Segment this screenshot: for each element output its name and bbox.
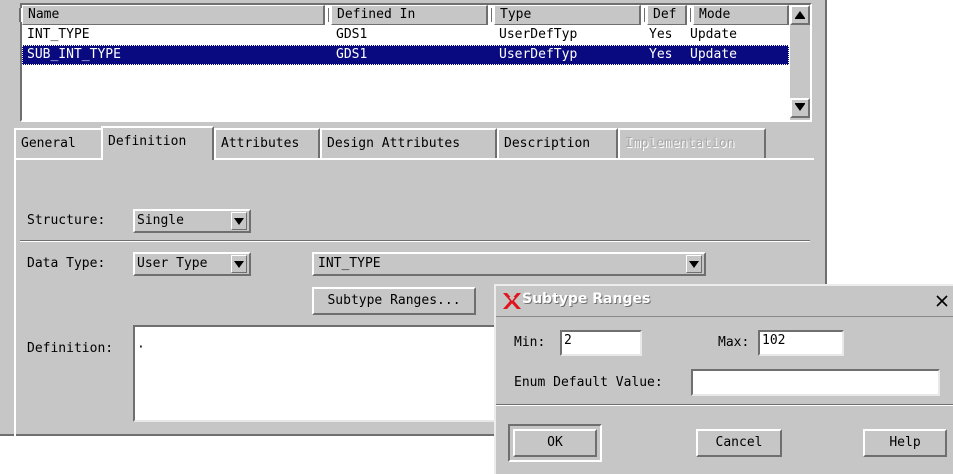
cell-defined-in: GDS1 [336, 47, 368, 62]
cell-mode: Update [690, 27, 737, 42]
min-input[interactable]: 2 [560, 330, 642, 356]
structure-select[interactable]: Single [133, 209, 251, 233]
cell-def: Yes [649, 27, 673, 42]
column-header-mode[interactable]: Mode [690, 5, 789, 25]
column-header-type[interactable]: Type [491, 5, 641, 25]
table-row-selected[interactable]: SUB_INT_TYPE GDS1 UserDefTyp Yes Update [22, 45, 789, 65]
dropdown-arrow-icon[interactable] [686, 255, 702, 273]
column-header-def[interactable]: Def [644, 5, 687, 25]
dialog-titlebar[interactable]: Subtype Ranges [496, 286, 953, 317]
table-vertical-scrollbar[interactable] [790, 5, 810, 120]
close-icon[interactable] [934, 293, 950, 309]
column-header-defined-in[interactable]: Defined In [328, 5, 488, 25]
scroll-up-arrow-icon[interactable] [790, 5, 810, 25]
tab-definition[interactable]: Definition [101, 126, 214, 160]
enum-default-value-label: Enum Default Value: [514, 375, 663, 390]
tab-general[interactable]: General [14, 128, 103, 158]
cell-type: UserDefTyp [499, 27, 578, 42]
min-label: Min: [514, 335, 546, 350]
tab-attributes[interactable]: Attributes [214, 128, 320, 158]
types-table: Name Defined In Type Def Mode INT_TYPE G… [19, 3, 812, 122]
subtype-ranges-dialog: Subtype Ranges Min: 2 Max: 102 Enum Defa… [494, 284, 953, 474]
cell-type: UserDefTyp [499, 47, 578, 62]
structure-select-value: Single [137, 213, 184, 228]
x-logo-icon [502, 292, 522, 310]
table-row[interactable]: INT_TYPE GDS1 UserDefTyp Yes Update [22, 25, 789, 45]
tab-description[interactable]: Description [497, 128, 618, 158]
dialog-title: Subtype Ranges [522, 291, 651, 307]
cell-mode: Update [690, 47, 737, 62]
max-input[interactable]: 102 [758, 330, 844, 356]
dialog-separator [496, 404, 953, 406]
structure-label: Structure: [27, 213, 106, 228]
cancel-button[interactable]: Cancel [696, 429, 782, 457]
definition-label: Definition: [27, 341, 114, 356]
scroll-down-arrow-icon[interactable] [790, 98, 810, 118]
tab-implementation: Implementation [618, 128, 766, 158]
enum-default-value-input[interactable] [691, 369, 940, 396]
tab-design-attributes[interactable]: Design Attributes [320, 128, 497, 158]
column-header-name[interactable]: Name [19, 5, 325, 25]
ok-button[interactable]: OK [513, 429, 597, 457]
subtype-ranges-button[interactable]: Subtype Ranges... [312, 287, 476, 315]
type-name-select[interactable]: INT_TYPE [312, 252, 706, 276]
data-type-select-value: User Type [137, 256, 208, 271]
cell-name: INT_TYPE [27, 27, 90, 42]
type-name-select-value: INT_TYPE [318, 256, 381, 271]
definition-textarea[interactable]: · [133, 325, 533, 422]
dropdown-arrow-icon[interactable] [231, 255, 247, 273]
data-type-label: Data Type: [27, 256, 106, 271]
max-label: Max: [718, 335, 750, 350]
cell-name: SUB_INT_TYPE [27, 47, 121, 62]
cell-defined-in: GDS1 [336, 27, 368, 42]
cell-def: Yes [649, 47, 673, 62]
data-type-select[interactable]: User Type [133, 252, 251, 276]
dropdown-arrow-icon[interactable] [231, 212, 247, 230]
help-button[interactable]: Help [863, 429, 947, 457]
form-divider [20, 240, 810, 242]
